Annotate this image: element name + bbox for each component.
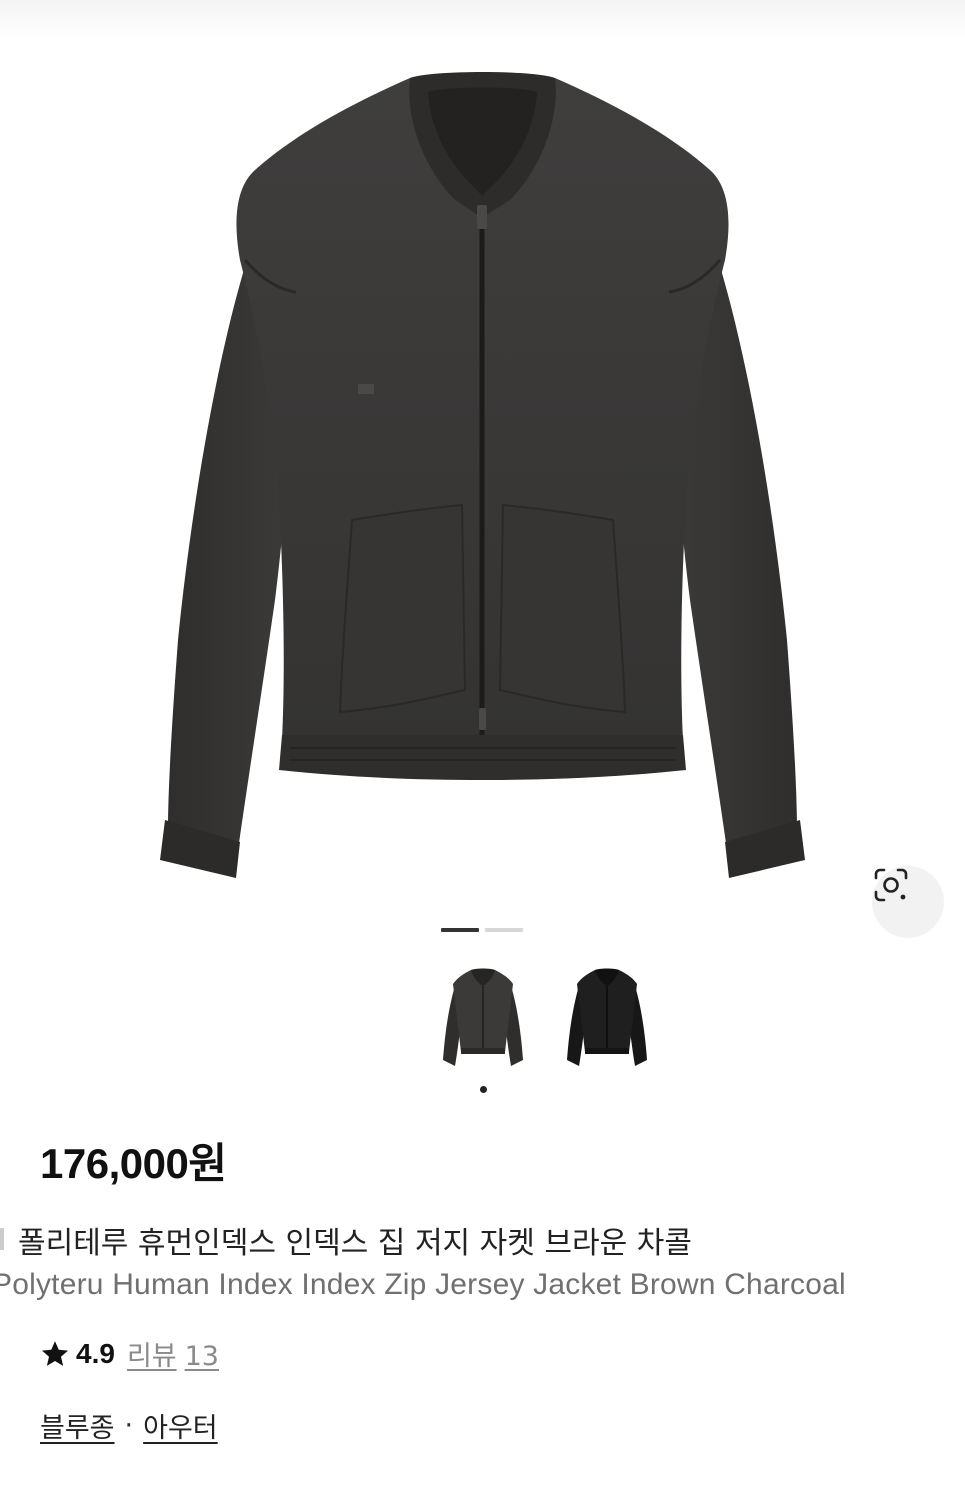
pager-indicator-1: [441, 928, 479, 932]
product-hero-image[interactable]: [0, 0, 965, 938]
right-pocket: [498, 503, 627, 714]
category-breadcrumb: 블루종 · 아우터: [40, 1406, 218, 1445]
jacket-illustration: [160, 72, 805, 878]
image-search-lens-button[interactable]: [872, 866, 944, 938]
product-title-korean: 폴리테루 휴먼인덱스 인덱스 집 저지 자켓 브라운 차콜: [0, 1218, 692, 1262]
rating-score: 4.9: [76, 1337, 115, 1369]
category-link-blouson[interactable]: 블루종: [40, 1406, 115, 1445]
product-price: 176,000원: [40, 1140, 227, 1187]
review-link[interactable]: 리뷰 13: [127, 1334, 219, 1373]
chest-logo: [358, 384, 374, 394]
title-edge-marker: [0, 1228, 4, 1250]
black-jacket-thumbnail[interactable]: [555, 962, 659, 1074]
product-title-korean-text: 폴리테루 휴먼인덱스 인덱스 집 저지 자켓 브라운 차콜: [18, 1226, 692, 1261]
product-title-english: Polyteru Human Index Index Zip Jersey Ja…: [0, 1268, 846, 1301]
hem-band: [279, 735, 686, 780]
review-label: 리뷰: [126, 1341, 177, 1372]
brown-charcoal-jacket-thumbnail[interactable]: [431, 962, 535, 1074]
review-count: 13: [184, 1341, 219, 1372]
image-pager: [441, 928, 523, 932]
category-link-outer[interactable]: 아우터: [143, 1406, 218, 1445]
category-separator: ·: [124, 1410, 134, 1441]
star-icon: [42, 1340, 68, 1366]
left-pocket: [338, 503, 467, 714]
pager-indicator-2: [485, 928, 523, 932]
color-option-thumbnails: [431, 962, 661, 1082]
product-rating: 4.9 리뷰 13: [40, 1334, 219, 1373]
selected-thumbnail-indicator: [480, 1086, 487, 1093]
image-search-lens-icon: [874, 868, 908, 902]
